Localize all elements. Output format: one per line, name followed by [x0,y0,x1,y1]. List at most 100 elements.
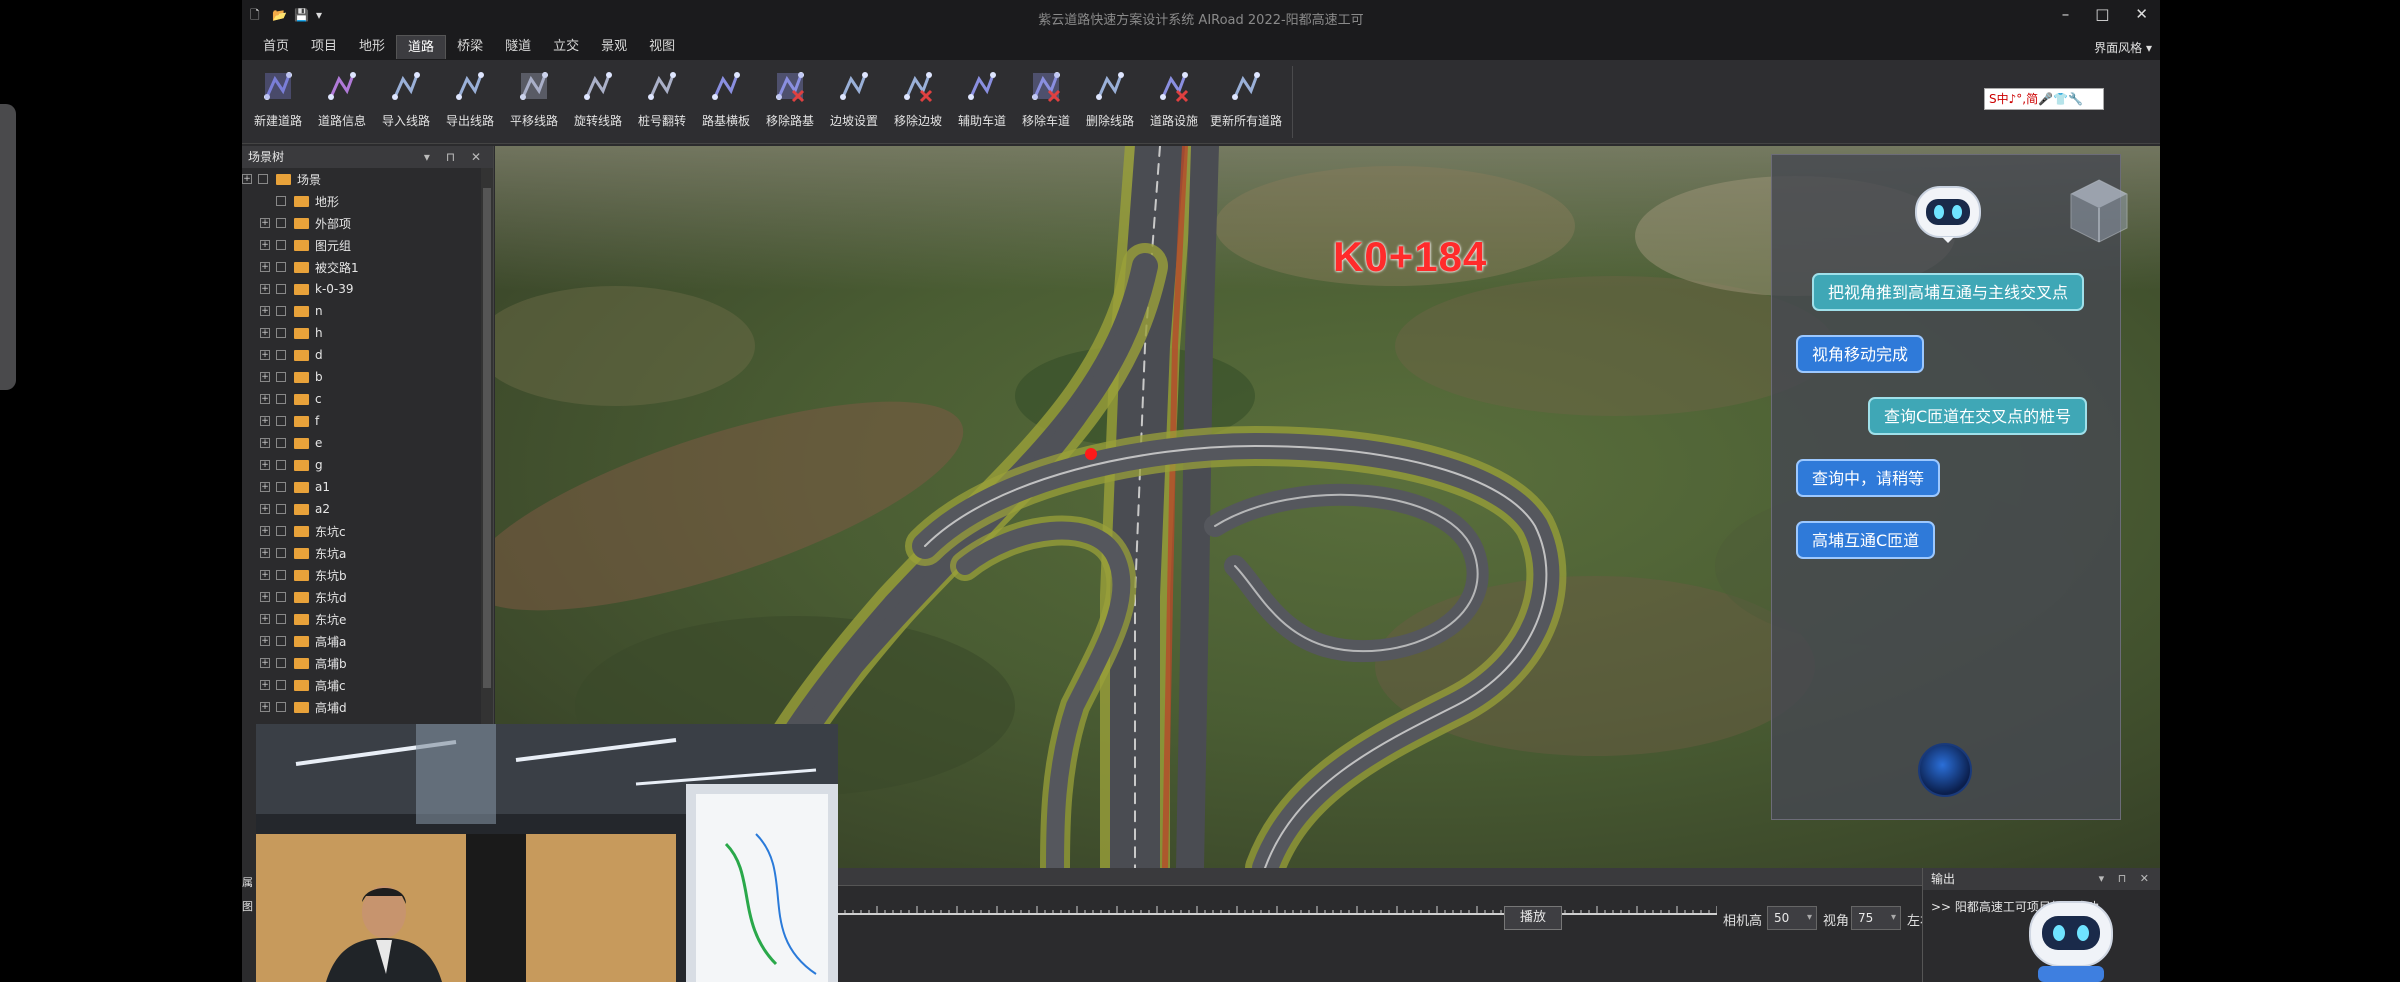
side-tab-handle[interactable] [0,104,16,390]
tab-project[interactable]: 项目 [300,35,348,59]
tab-tunnel[interactable]: 隧道 [494,35,542,59]
visibility-checkbox[interactable] [276,504,286,514]
tree-node-item[interactable]: + 高埔b [260,652,347,674]
expand-toggle-icon[interactable]: + [260,614,270,624]
expand-toggle-icon[interactable]: + [260,262,270,272]
tree-node-item[interactable]: + h [260,322,323,344]
tool-button-4[interactable]: 平移线路 [502,66,566,138]
tool-button-8[interactable]: 移除路基 [758,66,822,138]
close-button[interactable]: ✕ [2135,5,2148,23]
tool-button-5[interactable]: 旋转线路 [566,66,630,138]
visibility-checkbox[interactable] [276,482,286,492]
visibility-checkbox[interactable] [276,394,286,404]
visibility-checkbox[interactable] [276,702,286,712]
tab-landscape[interactable]: 景观 [590,35,638,59]
tree-node-item[interactable]: + e [260,432,322,454]
tree-node-item[interactable]: + g [260,454,323,476]
expand-toggle-icon[interactable]: + [260,306,270,316]
minimize-button[interactable]: – [2062,5,2070,23]
visibility-checkbox[interactable] [276,680,286,690]
visibility-checkbox[interactable] [276,372,286,382]
expand-toggle-icon[interactable]: + [260,438,270,448]
expand-toggle-icon[interactable]: + [260,702,270,712]
tool-button-0[interactable]: 新建道路 [246,66,310,138]
tree-node-item[interactable]: + 东坑c [260,520,346,542]
visibility-checkbox[interactable] [276,350,286,360]
tool-button-11[interactable]: 辅助车道 [950,66,1014,138]
ime-toolbar[interactable]: S中♪°,简🎤👕🔧 [1984,88,2104,110]
tree-node-item[interactable]: + a2 [260,498,330,520]
tree-node-item[interactable]: + 外部项 [260,212,351,234]
timeline-ruler[interactable] [837,904,1717,918]
tool-button-6[interactable]: 桩号翻转 [630,66,694,138]
expand-toggle-icon[interactable]: + [260,328,270,338]
visibility-checkbox[interactable] [276,262,286,272]
tool-button-3[interactable]: 导出线路 [438,66,502,138]
scrollbar-thumb[interactable] [483,188,491,688]
voice-input-icon[interactable] [1918,743,1972,797]
expand-toggle-icon[interactable]: + [260,372,270,382]
visibility-checkbox[interactable] [276,284,286,294]
visibility-checkbox[interactable] [276,240,286,250]
tree-node-item[interactable]: + 高埔c [260,674,346,696]
visibility-checkbox[interactable] [276,196,286,206]
tree-node-item[interactable]: + n [260,300,323,322]
tree-node-item[interactable]: + 高埔a [260,630,346,652]
expand-toggle-icon[interactable]: + [242,174,252,184]
tree-node-item[interactable]: + k-0-39 [260,278,354,300]
visibility-checkbox[interactable] [276,526,286,536]
visibility-checkbox[interactable] [276,658,286,668]
tool-button-2[interactable]: 导入线路 [374,66,438,138]
tool-button-10[interactable]: 移除边坡 [886,66,950,138]
tool-button-7[interactable]: 路基横板 [694,66,758,138]
tab-interchange[interactable]: 立交 [542,35,590,59]
tree-node-item[interactable]: + 高埔d [260,696,347,718]
tree-node-item[interactable]: + 东坑e [260,608,346,630]
layer-tab-label[interactable]: 图 [242,898,253,914]
view-cube-icon[interactable] [2067,176,2131,246]
tree-node-item[interactable]: + 被交路1 [260,256,359,278]
intersection-marker[interactable] [1085,448,1097,460]
visibility-checkbox[interactable] [276,460,286,470]
visibility-checkbox[interactable] [276,614,286,624]
expand-toggle-icon[interactable]: + [260,482,270,492]
expand-toggle-icon[interactable]: + [260,284,270,294]
expand-toggle-icon[interactable]: + [260,658,270,668]
expand-toggle-icon[interactable]: + [260,394,270,404]
visibility-checkbox[interactable] [276,328,286,338]
properties-tab-label[interactable]: 属 [242,874,253,890]
expand-toggle-icon[interactable]: + [260,416,270,426]
visibility-checkbox[interactable] [276,636,286,646]
expand-toggle-icon[interactable]: + [260,526,270,536]
tab-road[interactable]: 道路 [396,35,447,59]
tab-bridge[interactable]: 桥梁 [446,35,494,59]
tree-node-terrain[interactable]: 地形 [260,190,339,212]
tree-node-item[interactable]: + 图元组 [260,234,351,256]
view-angle-input[interactable]: 75 ▾ [1851,906,1901,930]
tree-node-item[interactable]: + c [260,388,322,410]
visibility-checkbox[interactable] [276,570,286,580]
expand-toggle-icon[interactable]: + [260,460,270,470]
panel-controls[interactable]: ▾ ⊓ ✕ [2099,868,2154,890]
tool-button-12[interactable]: 移除车道 [1014,66,1078,138]
expand-toggle-icon[interactable]: + [260,570,270,580]
tool-button-14[interactable]: 道路设施 [1142,66,1206,138]
expand-toggle-icon[interactable]: + [260,680,270,690]
camera-height-input[interactable]: 50 ▾ [1767,906,1817,930]
play-button[interactable]: 播放 [1504,906,1562,930]
expand-toggle-icon[interactable]: + [260,548,270,558]
tree-node-item[interactable]: + 东坑d [260,586,347,608]
theme-selector[interactable]: 界面风格 ▾ [2094,39,2152,56]
tool-button-9[interactable]: 边坡设置 [822,66,886,138]
visibility-checkbox[interactable] [276,218,286,228]
expand-toggle-icon[interactable]: + [260,240,270,250]
expand-toggle-icon[interactable] [260,196,270,206]
panel-controls[interactable]: ▾ ⊓ ✕ [424,146,487,168]
expand-toggle-icon[interactable]: + [260,636,270,646]
tree-node-item[interactable]: + b [260,366,323,388]
expand-toggle-icon[interactable]: + [260,350,270,360]
visibility-checkbox[interactable] [276,306,286,316]
tool-button-13[interactable]: 删除线路 [1078,66,1142,138]
expand-toggle-icon[interactable]: + [260,218,270,228]
tool-button-1[interactable]: 道路信息 [310,66,374,138]
